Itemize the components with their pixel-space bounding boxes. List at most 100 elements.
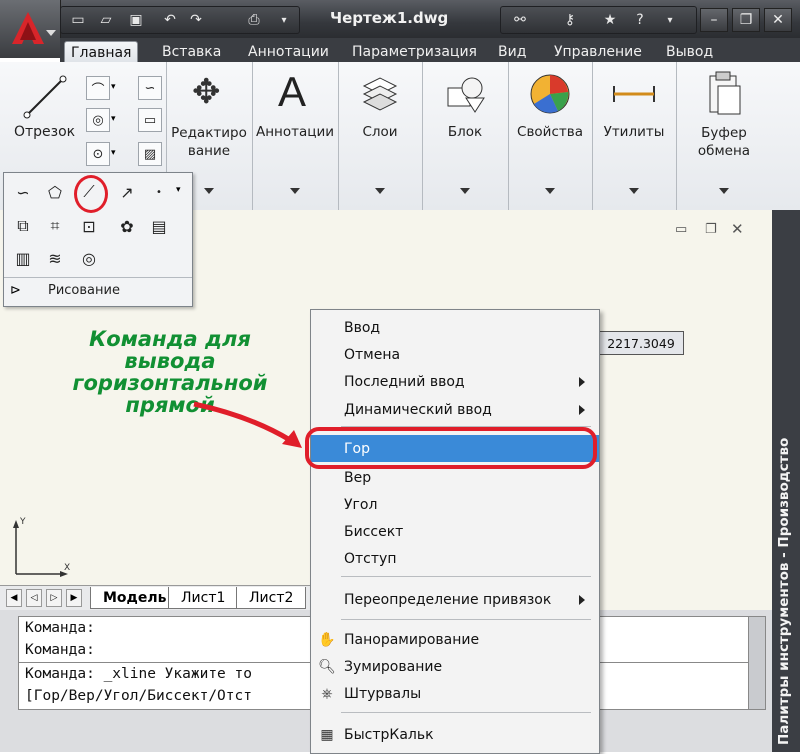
dropdown-icon[interactable]: ▾	[176, 185, 181, 195]
clipboard-panel[interactable]: Буфер обмена	[676, 62, 772, 210]
star-icon[interactable]: ★	[599, 10, 621, 30]
new-icon[interactable]: ▭	[67, 10, 89, 30]
tool-palette-title: Палитры инструментов - Производство	[776, 437, 792, 745]
tab-home[interactable]: Главная	[64, 41, 139, 63]
menu-item-ver[interactable]: Вер	[311, 464, 599, 491]
dropdown-icon[interactable]: ▾	[273, 10, 295, 30]
menu-item-label: Зумирование	[344, 658, 443, 675]
next-tab-icon[interactable]: ▷	[46, 589, 62, 607]
dropdown-icon[interactable]: ▾	[111, 148, 116, 158]
menu-item-zoom[interactable]: 🔍︎ Зумирование	[311, 653, 599, 680]
tab-insert[interactable]: Вставка	[156, 41, 227, 62]
minimize-icon[interactable]: –	[700, 8, 728, 32]
svg-text:X: X	[64, 563, 70, 573]
first-tab-icon[interactable]: ◀	[6, 589, 22, 607]
open-icon[interactable]: ▱	[95, 10, 117, 30]
binoculars-icon[interactable]: ⚯	[509, 10, 531, 30]
last-tab-icon[interactable]: ▶	[66, 589, 82, 607]
menu-item-snap-overrides[interactable]: Переопределение привязок	[311, 586, 599, 613]
boundary-icon[interactable]: ⌗	[42, 213, 68, 239]
menu-separator	[341, 619, 591, 620]
tab-sheet1[interactable]: Лист1	[168, 587, 239, 609]
restore-icon[interactable]: ❐	[732, 8, 760, 32]
quick-access-toolbar: ▭ ▱ ▣ ↶ ↷ ⎙ ▾	[60, 6, 300, 34]
point-icon[interactable]: •	[146, 179, 172, 205]
menu-item-pan[interactable]: ✋ Панорамирование	[311, 626, 599, 653]
save-icon[interactable]: ▣	[125, 10, 147, 30]
table-icon[interactable]: ▤	[146, 213, 172, 239]
chevron-down-icon	[545, 188, 555, 194]
restore-icon[interactable]: ❐	[705, 222, 717, 237]
prev-tab-icon[interactable]: ◁	[26, 589, 42, 607]
highlight-circle	[74, 175, 108, 213]
menu-item-label: Переопределение привязок	[344, 591, 552, 608]
annotation-panel[interactable]: A Аннотации	[252, 62, 339, 210]
ellipse-icon[interactable]: ⊙	[86, 142, 110, 166]
undo-icon[interactable]: ↶	[159, 10, 181, 30]
block-panel[interactable]: Блок	[422, 62, 509, 210]
line-tool-label: Отрезок	[14, 124, 76, 140]
tab-output[interactable]: Вывод	[660, 41, 719, 62]
dropdown-icon[interactable]: ▾	[111, 82, 116, 92]
close-icon[interactable]: ✕	[764, 8, 792, 32]
application-menu-button[interactable]	[0, 0, 61, 58]
redo-icon[interactable]: ↷	[185, 10, 207, 30]
layers-panel-label: Слои	[362, 124, 398, 140]
window-title: Чертеж1.dwg	[330, 9, 449, 27]
menu-item-angle[interactable]: Угол	[311, 491, 599, 518]
properties-panel[interactable]: Свойства	[508, 62, 593, 210]
gradient-icon[interactable]: ▥	[10, 245, 36, 271]
menu-item-quickcalc[interactable]: ▦ БыстрКальк	[311, 721, 599, 748]
region-icon[interactable]: ⧉	[10, 213, 36, 239]
pin-icon[interactable]: ⊳	[10, 283, 21, 298]
chevron-down-icon	[46, 30, 56, 36]
utilities-panel-label: Утилиты	[603, 124, 665, 140]
tab-manage[interactable]: Управление	[548, 41, 648, 62]
menu-item-steering-wheels[interactable]: ⎈ Штурвалы	[311, 680, 599, 707]
modify-panel-label: Редактиро вание	[171, 125, 247, 159]
rectangle-icon[interactable]: ▭	[138, 108, 162, 132]
layers-panel[interactable]: Слои	[338, 62, 423, 210]
ray-icon[interactable]: ↗	[114, 179, 140, 205]
spline-icon[interactable]: ∽	[10, 179, 36, 205]
block-icon	[447, 77, 485, 113]
menu-item-label: БыстрКальк	[344, 726, 434, 743]
polygon-icon[interactable]: ⬠	[42, 179, 68, 205]
revision-cloud-icon[interactable]: ✿	[114, 213, 140, 239]
tab-model[interactable]: Модель	[90, 587, 180, 609]
tab-view[interactable]: Вид	[492, 41, 532, 62]
submenu-arrow-icon	[579, 404, 585, 415]
tab-parametric[interactable]: Параметризация	[346, 41, 483, 62]
menu-item-recent-input[interactable]: Последний ввод	[311, 368, 599, 395]
tab-sheet2[interactable]: Лист2	[236, 587, 307, 609]
helix-icon[interactable]: ≋	[42, 245, 68, 271]
tab-annotate[interactable]: Аннотации	[242, 41, 335, 62]
clipboard-panel-label: Буфер обмена	[697, 125, 751, 159]
circle-icon[interactable]: ◎	[86, 108, 110, 132]
key-icon[interactable]: ⚷	[559, 10, 581, 30]
polyline-icon[interactable]: ⌒	[86, 76, 110, 100]
spline-icon[interactable]: ∽	[138, 76, 162, 100]
dropdown-icon[interactable]: ▾	[111, 114, 116, 124]
utilities-panel[interactable]: Утилиты	[592, 62, 677, 210]
menu-separator	[341, 712, 591, 713]
donut-icon[interactable]: ◎	[76, 245, 102, 271]
menu-item-label: Отступ	[344, 550, 397, 567]
minimize-icon[interactable]: ▭	[675, 222, 687, 237]
dropdown-icon[interactable]: ▾	[659, 10, 681, 30]
ribbon-tabs: Главная Вставка Аннотации Параметризация…	[60, 38, 800, 63]
print-icon[interactable]: ⎙	[243, 10, 265, 30]
help-icon[interactable]: ?	[629, 10, 651, 30]
menu-item-bisect[interactable]: Биссект	[311, 518, 599, 545]
menu-item-enter[interactable]: Ввод	[311, 314, 599, 341]
menu-item-offset[interactable]: Отступ	[311, 545, 599, 572]
line-tool-icon[interactable]	[22, 74, 68, 120]
flyout-title: Рисование	[48, 283, 120, 298]
close-icon[interactable]: ✕	[731, 220, 744, 238]
wipeout-icon[interactable]: ⊡	[76, 213, 102, 239]
hatch-icon[interactable]: ▨	[138, 142, 162, 166]
menu-item-dynamic-input[interactable]: Динамический ввод	[311, 396, 599, 423]
command-scrollbar[interactable]	[748, 616, 766, 710]
menu-item-cancel[interactable]: Отмена	[311, 341, 599, 368]
draw-flyout: ∽ ⬠ ⟋ ↗ • ▾ ⧉ ⌗ ⊡ ✿ ▤ ▥ ≋ ◎ ⊳ Рисование	[3, 172, 193, 307]
